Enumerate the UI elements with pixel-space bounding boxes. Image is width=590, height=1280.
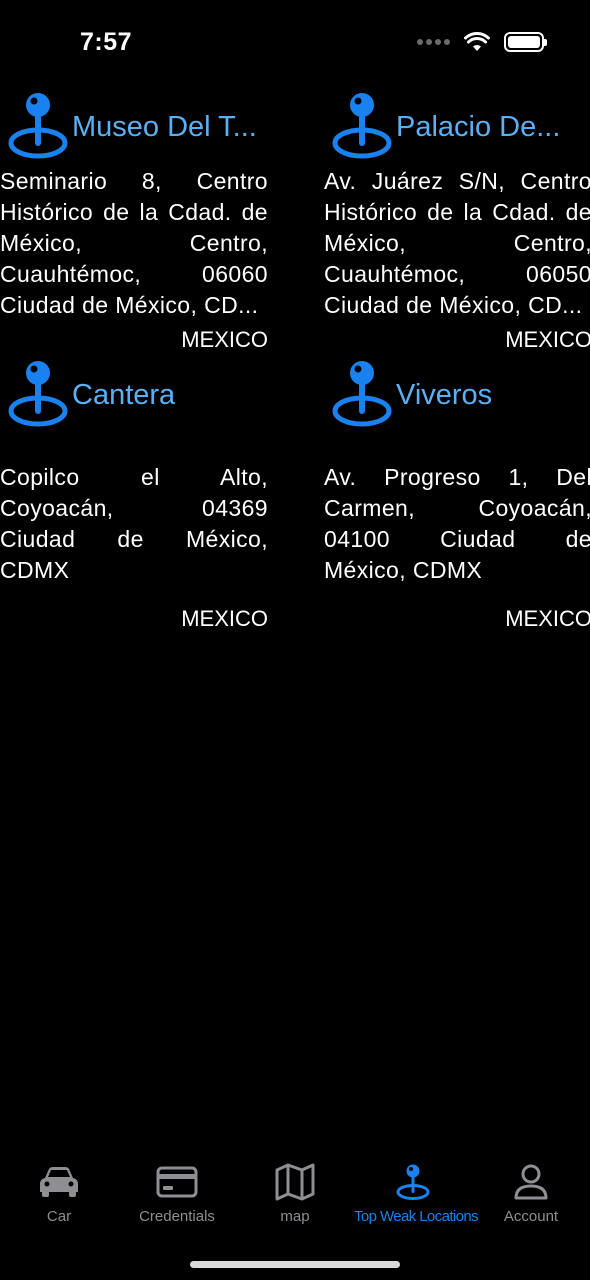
tab-car[interactable]: Car (0, 1162, 118, 1225)
wifi-icon (464, 32, 490, 51)
location-address: Av. Progreso 1, Del Carmen, Coyoacán, 04… (324, 464, 590, 583)
cellular-signal-icon (417, 39, 450, 45)
location-address: Av. Juárez S/N, Centro Histórico de la C… (324, 168, 590, 318)
location-card[interactable]: Palacio De... Av. Juárez S/N, Centro His… (324, 88, 590, 353)
credit-card-icon (156, 1166, 198, 1198)
location-pin-icon (396, 1164, 430, 1200)
location-title: Viveros (396, 378, 493, 411)
location-country: MEXICO (181, 606, 268, 631)
tab-label: map (280, 1208, 310, 1225)
location-title: Cantera (72, 378, 176, 411)
location-pin-icon (332, 361, 392, 427)
tab-label: Car (46, 1208, 72, 1225)
location-address: Copilco el Alto, Coyoacán, 04369 Ciudad … (0, 464, 268, 583)
location-card[interactable]: Museo Del T... Seminario 8, Centro Histó… (0, 88, 268, 353)
location-title: Palacio De... (396, 110, 561, 143)
status-icons (417, 32, 547, 52)
location-pin-icon (332, 93, 392, 159)
home-indicator[interactable] (190, 1261, 400, 1268)
location-card[interactable]: Viveros Av. Progreso 1, Del Carmen, Coyo… (324, 356, 590, 632)
battery-icon (504, 32, 547, 52)
tab-label: Credentials (139, 1208, 215, 1225)
location-card[interactable]: Cantera Copilco el Alto, Coyoacán, 04369… (0, 356, 268, 632)
location-country: MEXICO (505, 327, 590, 352)
tab-label: Top Weak Locations (354, 1208, 479, 1225)
tab-account[interactable]: Account (472, 1162, 590, 1225)
tab-label: Account (503, 1208, 559, 1225)
status-time: 7:57 (80, 28, 133, 56)
car-icon (40, 1167, 78, 1197)
location-pin-icon (8, 93, 68, 159)
location-title: Museo Del T... (72, 110, 257, 143)
map-icon (275, 1163, 315, 1201)
person-icon (514, 1164, 548, 1200)
location-pin-icon (8, 361, 68, 427)
tab-map[interactable]: map (236, 1162, 354, 1225)
tab-top-weak-locations[interactable]: Top Weak Locations (354, 1162, 479, 1225)
location-address: Seminario 8, Centro Histórico de la Cdad… (0, 168, 268, 318)
location-country: MEXICO (181, 327, 268, 352)
status-bar: 7:57 (0, 0, 590, 88)
tab-credentials[interactable]: Credentials (118, 1162, 236, 1225)
location-country: MEXICO (505, 606, 590, 631)
